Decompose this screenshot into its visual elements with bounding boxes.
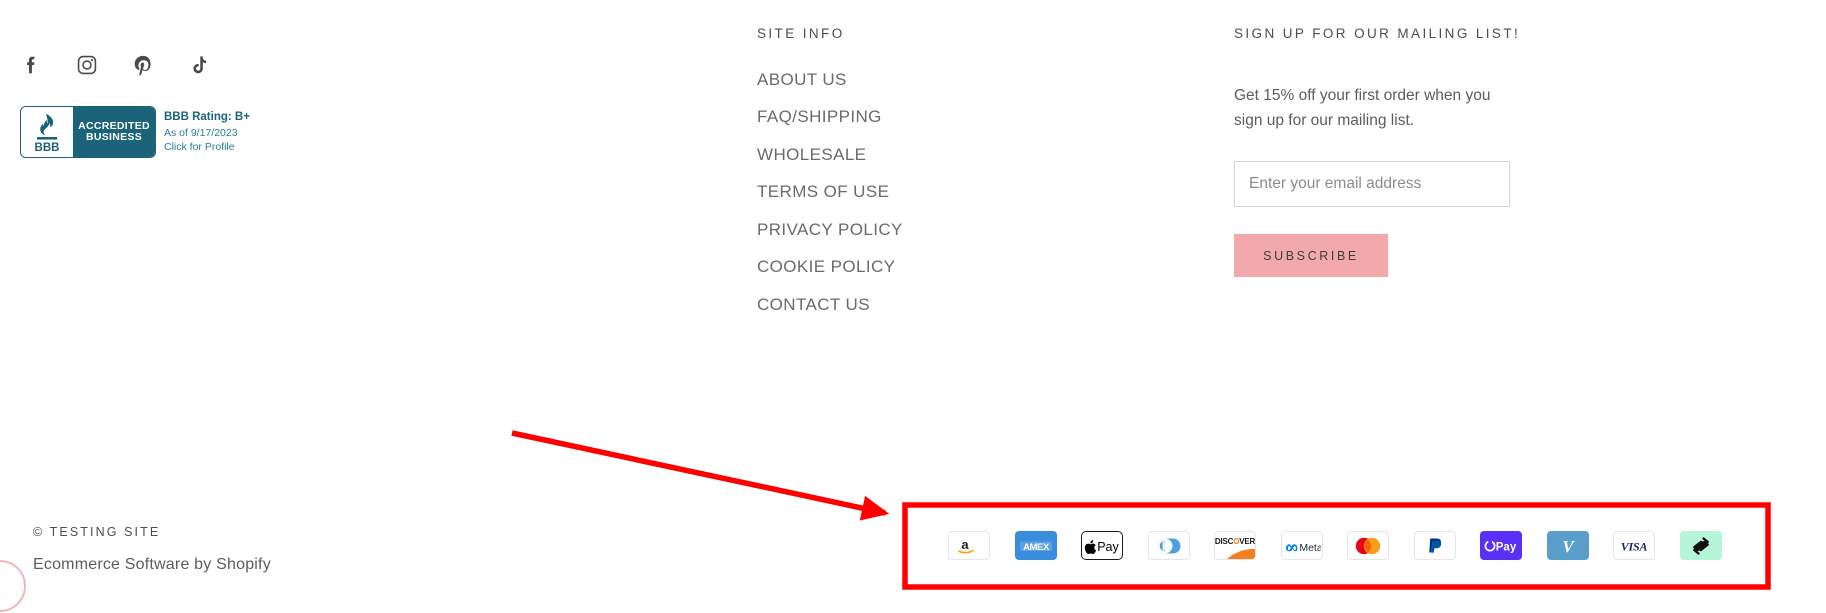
sidebar-item-privacy-policy[interactable]: PRIVACY POLICY	[757, 221, 1057, 238]
bbb-profile-link[interactable]: Click for Profile	[164, 140, 250, 154]
subscribe-button[interactable]: SUBSCRIBE	[1234, 234, 1388, 278]
google-pay-icon[interactable]	[1679, 531, 1722, 560]
svg-text:Meta: Meta	[1299, 542, 1321, 553]
newsletter-description: Get 15% off your first order when you si…	[1234, 86, 1491, 130]
social-links	[20, 50, 350, 80]
bbb-as-of-text: As of 9/17/2023	[164, 126, 238, 139]
bbb-torch-icon: BBB	[21, 107, 73, 157]
paypal-icon[interactable]	[1413, 531, 1456, 560]
bbb-accredited-badge[interactable]: BBB ACCREDITED BUSINESS BBB Rating: B+ A…	[20, 106, 270, 158]
annotation-arrow	[511, 430, 890, 521]
sidebar-item-cookie-policy[interactable]: COOKIE POLICY	[757, 258, 1057, 275]
footer-columns: BBB ACCREDITED BUSINESS BBB Rating: B+ A…	[0, 0, 1826, 420]
site-info-heading: SITE INFO	[757, 26, 845, 41]
amazon-pay-icon[interactable]: a	[948, 531, 990, 560]
sidebar-item-about-us[interactable]: ABOUT US	[757, 71, 1057, 88]
sidebar-item-wholesale[interactable]: WHOLESALE	[757, 146, 1057, 163]
bbb-accredited-line2: BUSINESS	[85, 131, 143, 143]
visa-icon[interactable]: VISA	[1613, 531, 1655, 560]
bbb-rating-info: BBB Rating: B+ As of 9/17/2023 Click for…	[164, 106, 250, 158]
sidebar-item-contact-us[interactable]: CONTACT US	[757, 296, 1057, 313]
shop-pay-icon[interactable]: Pay	[1480, 531, 1522, 560]
venmo-icon[interactable]: V	[1546, 531, 1589, 560]
footer-bottom-left: © TESTING SITE Ecommerce Software by Sho…	[33, 522, 453, 574]
bbb-rating-text: BBB Rating: B+	[164, 111, 250, 124]
svg-text:DISCOVER: DISCOVER	[1215, 537, 1255, 546]
svg-text:BBB: BBB	[35, 142, 60, 154]
copyright-text: © TESTING SITE	[33, 525, 161, 539]
email-field[interactable]	[1234, 161, 1510, 208]
chat-widget-bubble[interactable]	[0, 560, 26, 612]
svg-text:Pay: Pay	[1496, 541, 1517, 553]
newsletter-heading: SIGN UP FOR OUR MAILING LIST!	[1234, 26, 1521, 41]
powered-by-link[interactable]: Ecommerce Software by Shopify	[33, 556, 453, 574]
bbb-badge-seal: BBB ACCREDITED BUSINESS	[20, 106, 156, 158]
pinterest-icon[interactable]	[132, 54, 154, 76]
site-info-links: ABOUT US FAQ/SHIPPING WHOLESALE TERMS OF…	[757, 71, 1057, 313]
svg-text:a: a	[961, 537, 969, 552]
diners-club-icon[interactable]	[1147, 531, 1190, 560]
site-info-column: SITE INFO ABOUT US FAQ/SHIPPING WHOLESAL…	[757, 24, 1057, 333]
newsletter-column: SIGN UP FOR OUR MAILING LIST! Get 15% of…	[1234, 24, 1534, 278]
facebook-icon[interactable]	[20, 54, 42, 76]
apple-pay-icon[interactable]: Pay	[1081, 531, 1123, 560]
svg-text:VISA: VISA	[1621, 539, 1648, 553]
sidebar-item-faq-shipping[interactable]: FAQ/SHIPPING	[757, 108, 1057, 125]
discover-icon[interactable]: DISCOVER	[1214, 531, 1256, 560]
american-express-icon[interactable]: AMEX	[1014, 531, 1057, 560]
payment-methods-row: a AMEX Pay DISCOVER Meta Pay V VISA	[948, 531, 1722, 560]
meta-pay-icon[interactable]: Meta	[1280, 531, 1323, 560]
brand-column: BBB ACCREDITED BUSINESS BBB Rating: B+ A…	[20, 50, 350, 158]
svg-text:AMEX: AMEX	[1023, 542, 1050, 553]
instagram-icon[interactable]	[76, 54, 98, 76]
sidebar-item-terms-of-use[interactable]: TERMS OF USE	[757, 183, 1057, 200]
svg-text:Pay: Pay	[1097, 540, 1119, 554]
svg-text:V: V	[1562, 537, 1575, 555]
bbb-accredited-text: ACCREDITED BUSINESS	[73, 107, 155, 157]
tiktok-icon[interactable]	[188, 54, 210, 76]
mastercard-icon[interactable]	[1347, 531, 1389, 560]
